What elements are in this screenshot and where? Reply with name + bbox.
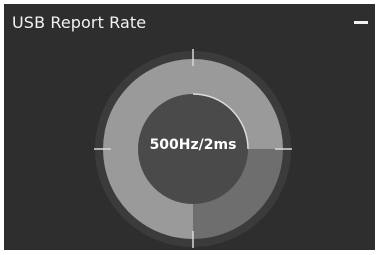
report-rate-dial[interactable]: [4, 4, 375, 250]
report-rate-value: 500Hz/2ms: [149, 137, 237, 153]
usb-report-rate-panel: USB Report Rate 500Hz/2ms: [4, 4, 375, 250]
